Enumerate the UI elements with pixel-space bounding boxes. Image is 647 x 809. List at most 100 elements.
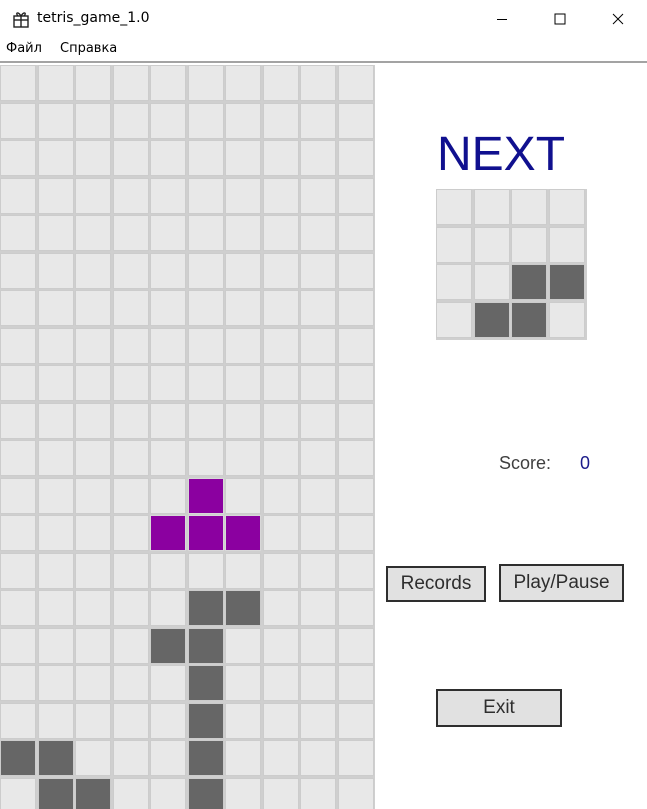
board-empty-cell (300, 515, 336, 551)
board-empty-cell (37, 65, 74, 101)
board-empty-cell (262, 665, 299, 701)
board-empty-cell (75, 140, 111, 176)
board-empty-cell (150, 665, 186, 701)
close-button[interactable] (589, 0, 647, 38)
board-empty-cell (225, 252, 261, 289)
board-empty-cell (112, 777, 149, 809)
board-empty-cell (225, 777, 261, 809)
board-settled-block (0, 740, 36, 776)
board-empty-cell (0, 365, 36, 401)
board-active-block (187, 477, 224, 514)
board-empty-cell (0, 777, 36, 809)
board-empty-cell (300, 102, 336, 139)
board-empty-cell (150, 215, 186, 251)
board-empty-cell (0, 177, 36, 214)
board-empty-cell (225, 290, 261, 326)
board-empty-cell (225, 740, 261, 776)
board-empty-cell (187, 215, 224, 251)
board-empty-cell (75, 665, 111, 701)
board-empty-cell (187, 552, 224, 589)
board-empty-cell (112, 290, 149, 326)
board-settled-block (225, 590, 261, 626)
board-empty-cell (300, 252, 336, 289)
menu-file[interactable]: Файл (6, 41, 42, 56)
board-empty-cell (262, 515, 299, 551)
board-empty-cell (112, 327, 149, 364)
next-piece-preview (436, 189, 587, 340)
board-empty-cell (150, 177, 186, 214)
board-empty-cell (0, 665, 36, 701)
board-empty-cell (150, 552, 186, 589)
board-settled-block (187, 590, 224, 626)
menu-help[interactable]: Справка (60, 41, 117, 56)
board-empty-cell (112, 665, 149, 701)
board-empty-cell (337, 665, 374, 701)
board-empty-cell (262, 590, 299, 626)
board-empty-cell (225, 627, 261, 664)
preview-next-block (548, 264, 585, 300)
gift-icon (13, 12, 29, 28)
board-empty-cell (150, 102, 186, 139)
board-empty-cell (75, 402, 111, 439)
board-empty-cell (150, 402, 186, 439)
board-empty-cell (187, 402, 224, 439)
board-empty-cell (112, 402, 149, 439)
score-label: Score: (499, 453, 552, 473)
board-empty-cell (300, 177, 336, 214)
board-empty-cell (225, 665, 261, 701)
board-empty-cell (337, 777, 374, 809)
board-empty-cell (300, 477, 336, 514)
board-empty-cell (337, 402, 374, 439)
board-empty-cell (112, 140, 149, 176)
board-empty-cell (337, 702, 374, 739)
board-empty-cell (337, 102, 374, 139)
board-empty-cell (0, 102, 36, 139)
play-pause-button[interactable]: Play/Pause (499, 564, 624, 602)
board-empty-cell (75, 702, 111, 739)
board-empty-cell (225, 365, 261, 401)
board-empty-cell (337, 215, 374, 251)
exit-button[interactable]: Exit (436, 689, 562, 727)
board-empty-cell (37, 477, 74, 514)
board-empty-cell (75, 590, 111, 626)
board-active-block (187, 515, 224, 551)
board-empty-cell (262, 327, 299, 364)
menu-bar: Файл Справка (0, 38, 647, 63)
records-button[interactable]: Records (386, 566, 486, 602)
board-empty-cell (150, 590, 186, 626)
board-empty-cell (112, 552, 149, 589)
board-empty-cell (337, 327, 374, 364)
board-empty-cell (150, 365, 186, 401)
board-empty-cell (37, 365, 74, 401)
board-empty-cell (337, 65, 374, 101)
board-empty-cell (37, 440, 74, 476)
board-active-block (225, 515, 261, 551)
board-empty-cell (150, 252, 186, 289)
board-empty-cell (337, 552, 374, 589)
board-empty-cell (150, 140, 186, 176)
board-empty-cell (75, 290, 111, 326)
board-settled-block (150, 627, 186, 664)
board-empty-cell (300, 702, 336, 739)
board-settled-block (187, 665, 224, 701)
board-empty-cell (0, 252, 36, 289)
maximize-icon (554, 13, 566, 25)
board-empty-cell (75, 552, 111, 589)
board-empty-cell (262, 552, 299, 589)
minimize-button[interactable] (473, 0, 531, 38)
board-settled-block (187, 740, 224, 776)
board-empty-cell (112, 515, 149, 551)
board-empty-cell (150, 290, 186, 326)
board-empty-cell (262, 402, 299, 439)
board-empty-cell (37, 515, 74, 551)
board-empty-cell (0, 215, 36, 251)
board-empty-cell (37, 327, 74, 364)
board-empty-cell (150, 702, 186, 739)
board-empty-cell (37, 215, 74, 251)
maximize-button[interactable] (531, 0, 589, 38)
board-empty-cell (75, 65, 111, 101)
preview-next-block (473, 301, 510, 338)
board-empty-cell (300, 365, 336, 401)
preview-empty-cell (548, 189, 585, 225)
board-empty-cell (300, 402, 336, 439)
